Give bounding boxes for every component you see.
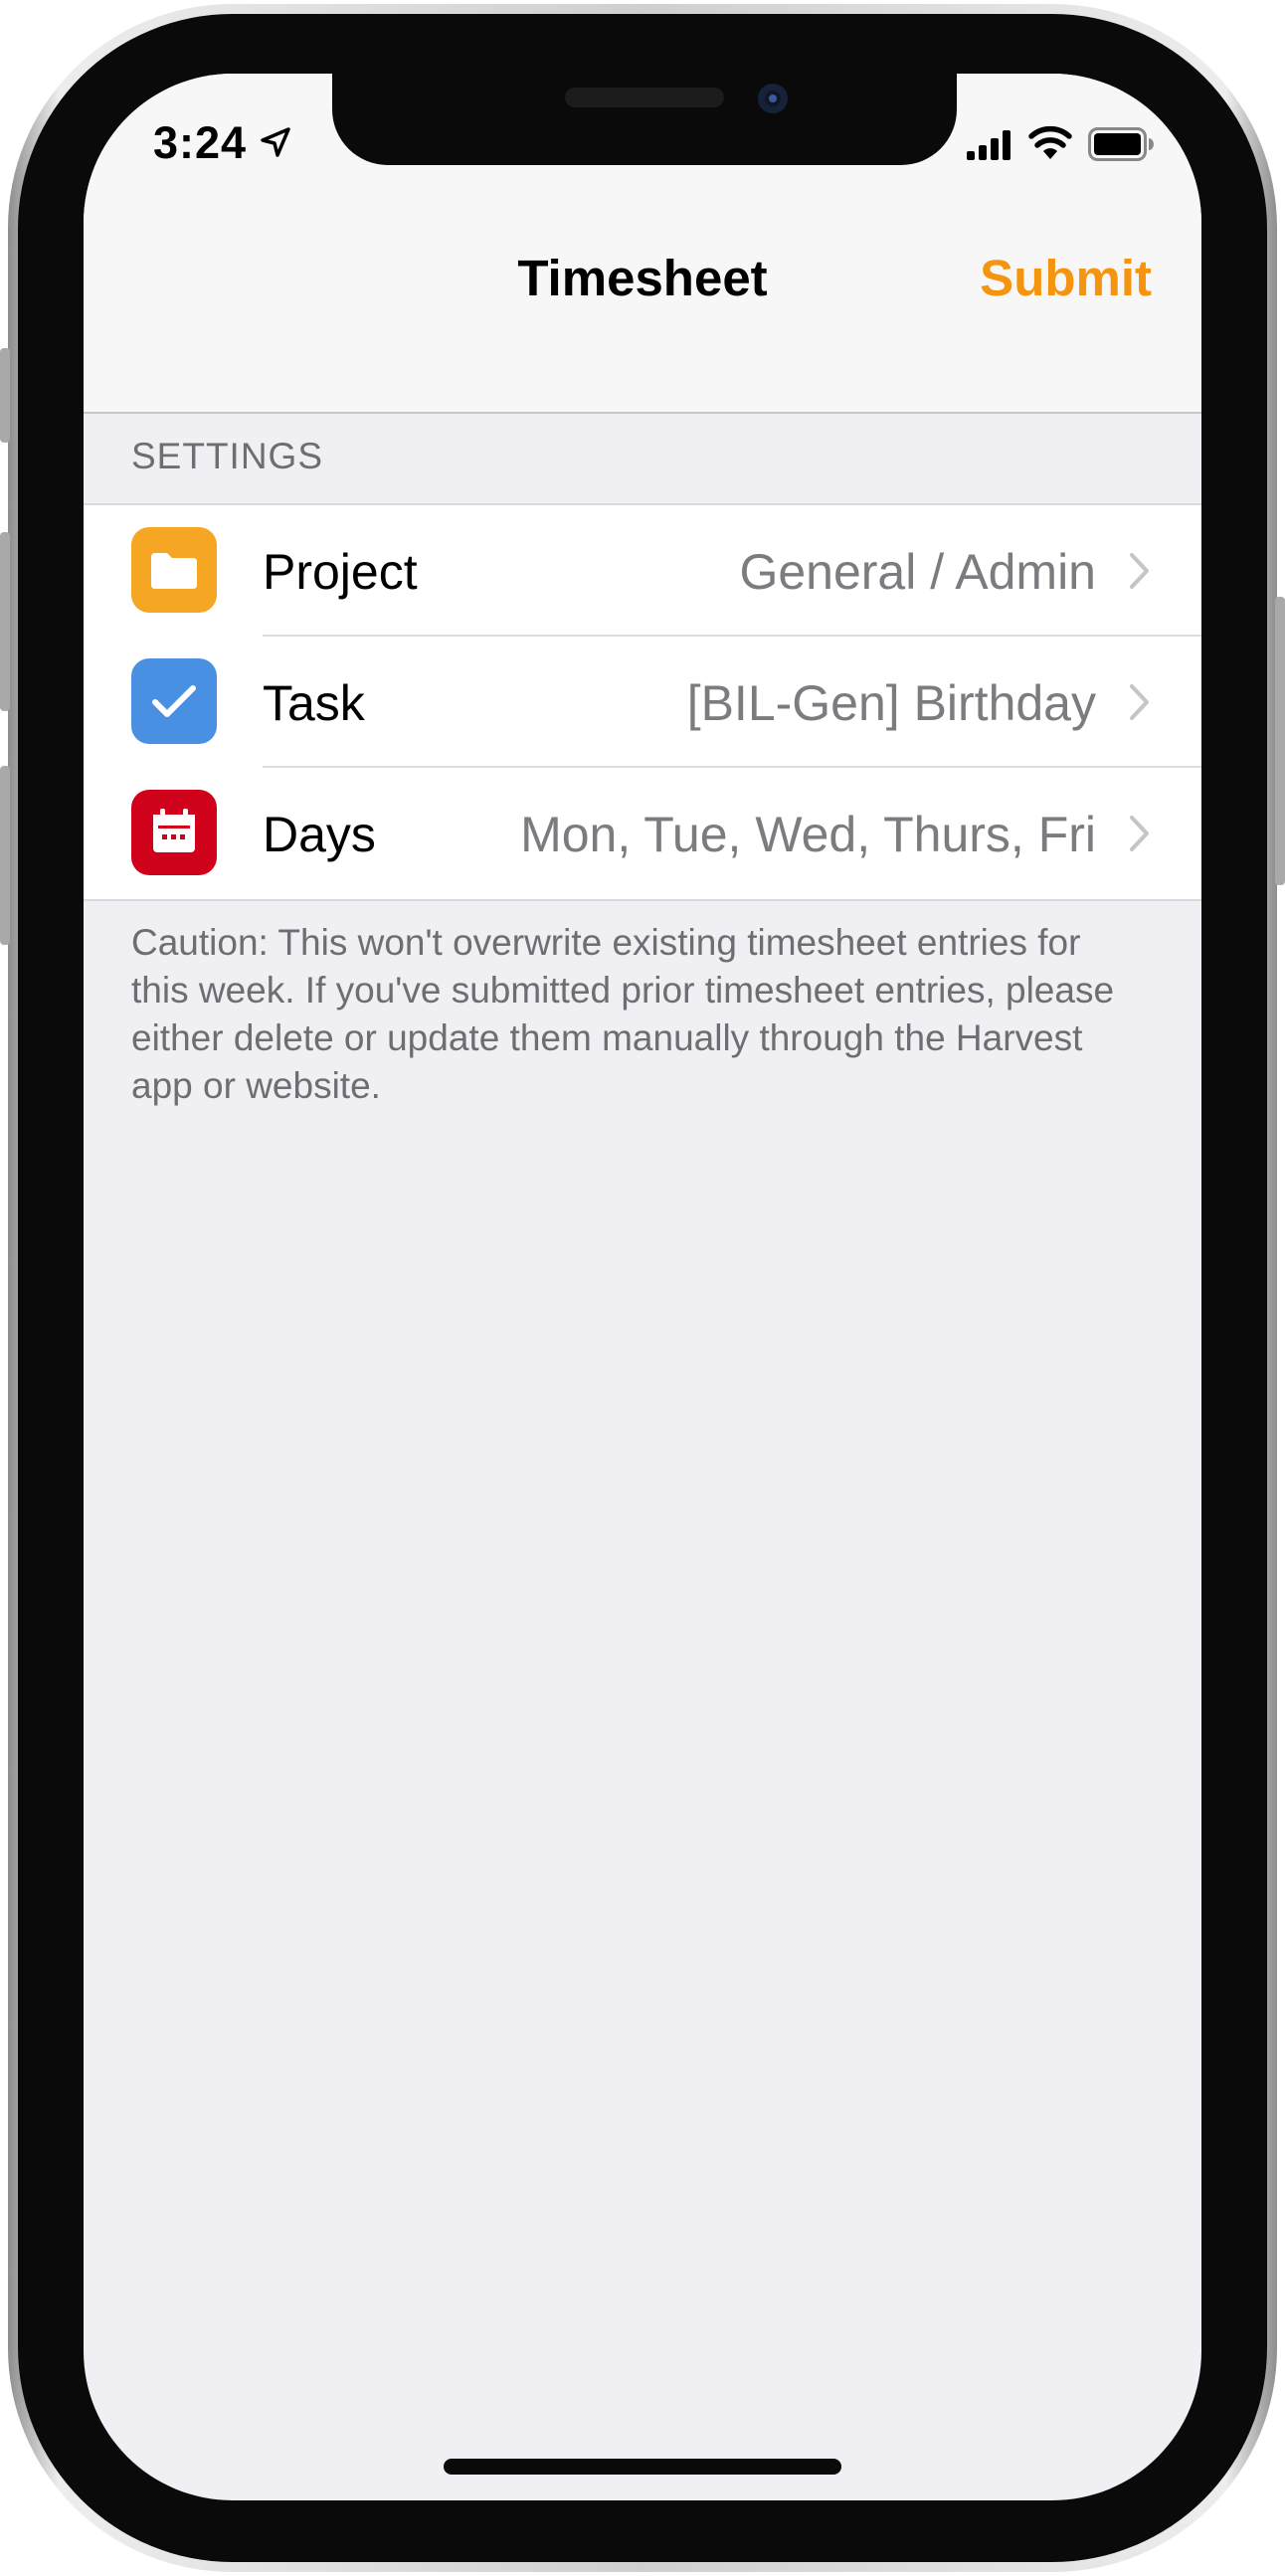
caution-note: Caution: This won't overwrite existing t… <box>131 922 1115 1106</box>
chevron-right-icon <box>1130 816 1149 851</box>
battery-icon <box>1088 127 1154 161</box>
wifi-icon <box>1028 125 1072 159</box>
row-label: Task <box>263 675 365 731</box>
chevron-right-icon <box>1130 553 1149 589</box>
row-value: [BIL-Gen] Birthday <box>686 675 1096 731</box>
volume-up-button <box>0 532 10 711</box>
settings-section-header: SETTINGS <box>131 436 324 476</box>
notch <box>332 74 957 165</box>
submit-button[interactable]: Submit <box>980 249 1152 307</box>
settings-list: Project General / Admin Task [BIL-Gen] B… <box>84 503 1201 901</box>
calendar-icon <box>131 790 217 875</box>
row-label: Days <box>263 807 376 862</box>
signal-icon <box>967 130 1010 160</box>
settings-row-task[interactable]: Task [BIL-Gen] Birthday <box>84 637 1201 768</box>
power-button <box>1275 597 1285 885</box>
row-value: General / Admin <box>739 544 1096 600</box>
settings-row-project[interactable]: Project General / Admin <box>84 505 1201 637</box>
front-camera <box>758 84 788 113</box>
volume-down-button <box>0 766 10 945</box>
settings-row-days[interactable]: Days Mon, Tue, Wed, Thurs, Fri <box>84 768 1201 899</box>
silent-switch <box>0 348 10 443</box>
speaker-grille <box>565 88 724 107</box>
status-time: 3:24 <box>153 117 248 168</box>
navigation-bar: Timesheet Submit <box>84 213 1201 414</box>
chevron-right-icon <box>1130 684 1149 720</box>
checkmark-icon <box>131 658 217 744</box>
location-arrow-icon <box>261 127 290 157</box>
screen: 3:24 Timesheet Submit SETTINGS Project G… <box>84 74 1201 2500</box>
row-label: Project <box>263 544 418 600</box>
folder-icon <box>131 527 217 613</box>
home-indicator[interactable] <box>444 2459 841 2475</box>
row-value: Mon, Tue, Wed, Thurs, Fri <box>520 807 1096 862</box>
